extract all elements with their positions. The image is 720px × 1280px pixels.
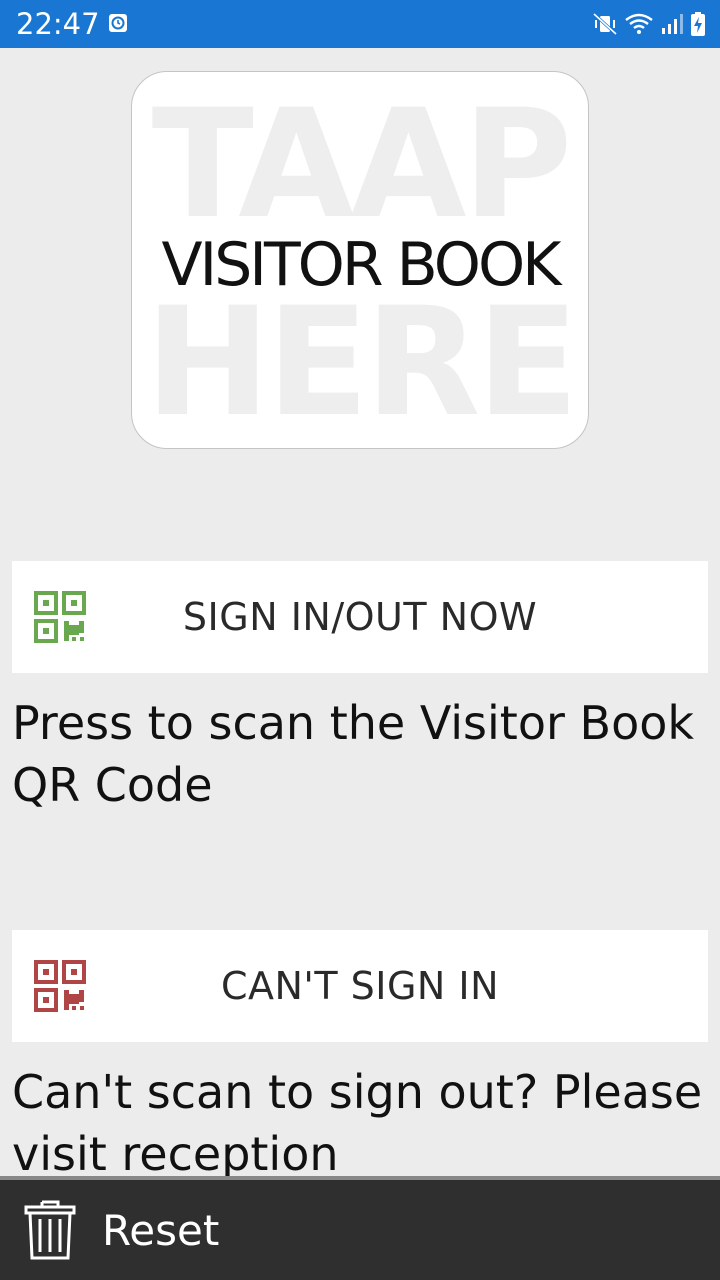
cant-sign-in-button[interactable]: CAN'T SIGN IN xyxy=(12,930,708,1042)
sign-in-description: Press to scan the Visitor Book QR Code xyxy=(12,696,695,812)
cant-sign-in-description: Can't scan to sign out? Please visit rec… xyxy=(12,1065,703,1181)
trash-icon xyxy=(24,1200,76,1260)
cant-sign-in-label: CAN'T SIGN IN xyxy=(220,964,500,1008)
logo-title: VISITOR BOOK xyxy=(161,230,561,300)
sign-in-out-button[interactable]: SIGN IN/OUT NOW xyxy=(12,561,708,673)
status-bar: 22:47 xyxy=(0,0,720,48)
reset-button[interactable]: Reset xyxy=(0,1180,243,1280)
signal-icon xyxy=(662,14,683,34)
notification-app-icon xyxy=(109,14,127,32)
logo-watermark-bottom: HERE xyxy=(145,276,579,449)
visitor-book-logo: TAAP HERE VISITOR BOOK xyxy=(131,71,589,449)
sign-in-out-label: SIGN IN/OUT NOW xyxy=(182,595,538,639)
status-icons xyxy=(592,10,706,38)
wifi-icon xyxy=(625,13,653,34)
vibrate-mute-icon xyxy=(592,12,618,36)
battery-charging-icon xyxy=(691,12,705,36)
reset-label: Reset xyxy=(102,1205,220,1255)
logo-watermark-top: TAAP xyxy=(151,78,573,252)
bottom-bar: Reset xyxy=(0,1176,720,1280)
status-time: 22:47 xyxy=(16,7,100,41)
